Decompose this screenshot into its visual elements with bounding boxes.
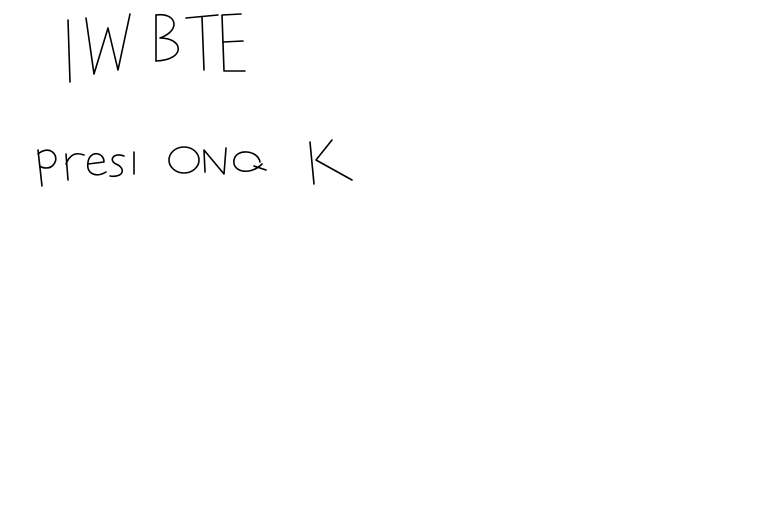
game-title-handwriting xyxy=(67,13,246,83)
title-screen: IWBTE presiona K xyxy=(0,0,770,531)
instruction-handwriting xyxy=(37,139,353,187)
handwritten-drawing xyxy=(37,13,353,187)
